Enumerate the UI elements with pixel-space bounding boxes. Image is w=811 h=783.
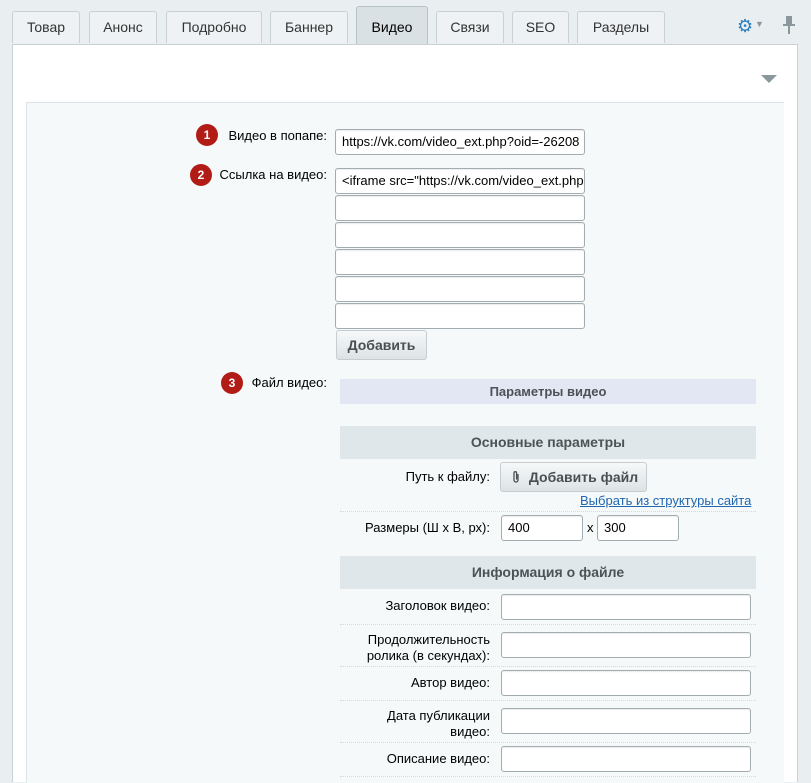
step-badge-2: 2 [190, 164, 212, 186]
description-input[interactable] [501, 746, 751, 772]
tab-svyazi[interactable]: Связи [436, 11, 504, 43]
step-badge-3: 3 [221, 372, 243, 394]
pin-icon[interactable] [783, 16, 795, 40]
video-title-label: Заголовок видео: [385, 598, 490, 613]
file-info-header: Информация о файле [340, 556, 756, 589]
step-badge-1: 1 [196, 124, 218, 146]
choose-from-site-link[interactable]: Выбрать из структуры сайта [580, 493, 751, 508]
video-file-label: Файл видео: [251, 375, 327, 390]
add-link-button[interactable]: Добавить [336, 330, 427, 360]
video-link-input-6[interactable] [335, 303, 585, 329]
publish-date-input[interactable] [501, 708, 751, 734]
tab-podrobno[interactable]: Подробно [166, 11, 262, 43]
popup-video-input[interactable]: https://vk.com/video_ext.php?oid=-26208 [335, 129, 585, 155]
tab-razdely[interactable]: Разделы [577, 11, 665, 43]
size-x-separator: x [587, 520, 594, 535]
collapse-arrow-icon[interactable] [761, 75, 777, 83]
video-link-input-5[interactable] [335, 276, 585, 302]
tab-anons[interactable]: Анонс [89, 11, 157, 43]
separator [340, 776, 756, 777]
separator [340, 742, 756, 743]
video-link-input-2[interactable] [335, 195, 585, 221]
author-input[interactable] [501, 670, 751, 696]
popup-video-label: Видео в попапе: [228, 128, 327, 143]
basic-params-header: Основные параметры [340, 426, 756, 459]
duration-label: Продолжительность ролика (в секундах): [366, 632, 490, 663]
chevron-down-icon[interactable]: ▼ [755, 19, 764, 29]
file-path-label: Путь к файлу: [405, 469, 490, 484]
height-input[interactable]: 300 [597, 515, 679, 541]
video-link-input-4[interactable] [335, 249, 585, 275]
video-link-input-3[interactable] [335, 222, 585, 248]
separator [340, 700, 756, 701]
video-link-label: Ссылка на видео: [219, 167, 327, 182]
add-file-label: Добавить файл [528, 469, 639, 485]
size-label: Размеры (Ш х В, рх): [364, 520, 490, 535]
author-label: Автор видео: [411, 675, 490, 690]
add-file-button[interactable]: Добавить файл [500, 462, 647, 492]
separator [340, 666, 756, 667]
video-link-input-1[interactable]: <iframe src="https://vk.com/video_ext.ph… [335, 168, 585, 194]
tab-video[interactable]: Видео [356, 6, 428, 44]
video-params-title: Параметры видео [340, 379, 756, 404]
description-label: Описание видео: [386, 751, 490, 766]
separator [340, 511, 756, 512]
tab-tovar[interactable]: Товар [12, 11, 80, 43]
tab-banner[interactable]: Баннер [270, 11, 348, 43]
tab-seo[interactable]: SEO [512, 11, 569, 43]
paperclip-icon [511, 463, 525, 491]
duration-input[interactable] [501, 632, 751, 658]
publish-date-label: Дата публикации видео: [387, 708, 490, 739]
video-title-input[interactable] [501, 594, 751, 620]
width-input[interactable]: 400 [501, 515, 583, 541]
separator [340, 624, 756, 625]
